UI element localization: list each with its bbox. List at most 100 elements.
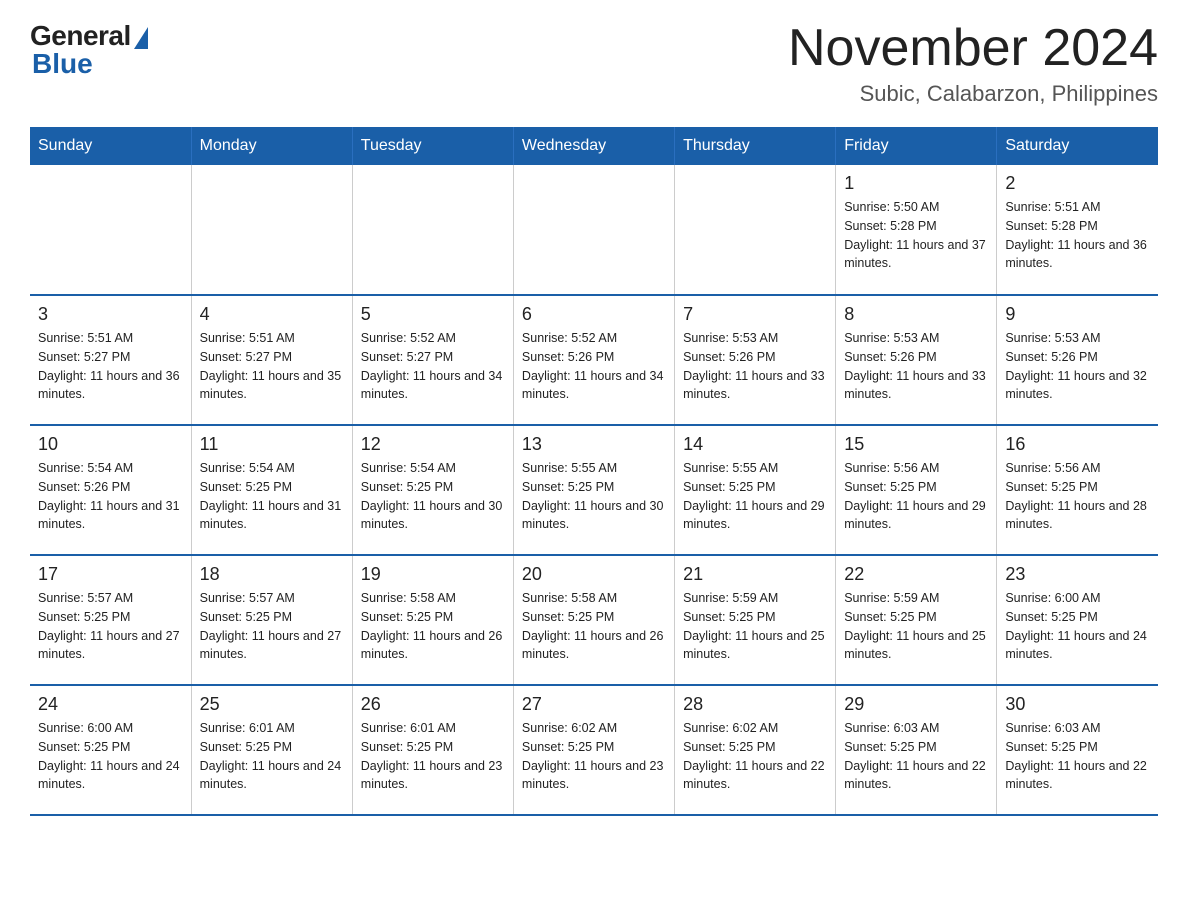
day-info: Sunrise: 6:00 AMSunset: 5:25 PMDaylight:… — [1005, 589, 1150, 664]
calendar-cell — [675, 165, 836, 295]
calendar-cell — [513, 165, 674, 295]
calendar-cell: 29 Sunrise: 6:03 AMSunset: 5:25 PMDayligh… — [836, 685, 997, 815]
calendar-cell: 10 Sunrise: 5:54 AMSunset: 5:26 PMDayligh… — [30, 425, 191, 555]
day-number: 21 — [683, 564, 827, 585]
day-info: Sunrise: 5:55 AMSunset: 5:25 PMDaylight:… — [522, 459, 666, 534]
calendar-cell: 28Sunrise: 6:02 AMSunset: 5:25 PMDayligh… — [675, 685, 836, 815]
calendar-cell: 14Sunrise: 5:55 AMSunset: 5:25 PMDayligh… — [675, 425, 836, 555]
calendar-cell: 3 Sunrise: 5:51 AMSunset: 5:27 PMDaylight… — [30, 295, 191, 425]
calendar-cell — [30, 165, 191, 295]
day-number: 9 — [1005, 304, 1150, 325]
calendar-cell: 13Sunrise: 5:55 AMSunset: 5:25 PMDayligh… — [513, 425, 674, 555]
day-info: Sunrise: 6:03 AMSunset: 5:25 PMDaylight:… — [844, 719, 988, 794]
day-number: 27 — [522, 694, 666, 715]
calendar-week-1: 3 Sunrise: 5:51 AMSunset: 5:27 PMDaylight… — [30, 295, 1158, 425]
day-number: 1 — [844, 173, 988, 194]
calendar-cell: 5 Sunrise: 5:52 AMSunset: 5:27 PMDaylight… — [352, 295, 513, 425]
calendar-cell: 26Sunrise: 6:01 AMSunset: 5:25 PMDayligh… — [352, 685, 513, 815]
header-saturday: Saturday — [997, 127, 1158, 165]
day-number: 16 — [1005, 434, 1150, 455]
day-info: Sunrise: 5:50 AMSunset: 5:28 PMDaylight:… — [844, 198, 988, 273]
day-info: Sunrise: 5:59 AMSunset: 5:25 PMDaylight:… — [844, 589, 988, 664]
day-number: 7 — [683, 304, 827, 325]
calendar-cell: 25 Sunrise: 6:01 AMSunset: 5:25 PMDayligh… — [191, 685, 352, 815]
calendar-cell — [191, 165, 352, 295]
calendar-cell: 18 Sunrise: 5:57 AMSunset: 5:25 PMDayligh… — [191, 555, 352, 685]
calendar-cell: 17 Sunrise: 5:57 AMSunset: 5:25 PMDayligh… — [30, 555, 191, 685]
day-number: 28 — [683, 694, 827, 715]
calendar-cell: 22 Sunrise: 5:59 AMSunset: 5:25 PMDayligh… — [836, 555, 997, 685]
day-number: 25 — [200, 694, 344, 715]
calendar-cell: 9 Sunrise: 5:53 AMSunset: 5:26 PMDaylight… — [997, 295, 1158, 425]
calendar-cell: 11 Sunrise: 5:54 AMSunset: 5:25 PMDayligh… — [191, 425, 352, 555]
day-number: 4 — [200, 304, 344, 325]
day-info: Sunrise: 6:01 AMSunset: 5:25 PMDaylight:… — [361, 719, 505, 794]
day-number: 24 — [38, 694, 183, 715]
calendar-week-3: 17 Sunrise: 5:57 AMSunset: 5:25 PMDayligh… — [30, 555, 1158, 685]
day-number: 22 — [844, 564, 988, 585]
day-info: Sunrise: 6:00 AMSunset: 5:25 PMDaylight:… — [38, 719, 183, 794]
day-info: Sunrise: 6:03 AMSunset: 5:25 PMDaylight:… — [1005, 719, 1150, 794]
header-tuesday: Tuesday — [352, 127, 513, 165]
header-wednesday: Wednesday — [513, 127, 674, 165]
calendar-cell: 30 Sunrise: 6:03 AMSunset: 5:25 PMDayligh… — [997, 685, 1158, 815]
calendar-cell: 12 Sunrise: 5:54 AMSunset: 5:25 PMDayligh… — [352, 425, 513, 555]
calendar-cell: 21 Sunrise: 5:59 AMSunset: 5:25 PMDayligh… — [675, 555, 836, 685]
day-number: 15 — [844, 434, 988, 455]
day-number: 23 — [1005, 564, 1150, 585]
day-number: 3 — [38, 304, 183, 325]
day-number: 18 — [200, 564, 344, 585]
day-number: 29 — [844, 694, 988, 715]
calendar-cell: 16 Sunrise: 5:56 AMSunset: 5:25 PMDayligh… — [997, 425, 1158, 555]
header-friday: Friday — [836, 127, 997, 165]
day-info: Sunrise: 5:52 AMSunset: 5:27 PMDaylight:… — [361, 329, 505, 404]
header-thursday: Thursday — [675, 127, 836, 165]
calendar-cell: 1 Sunrise: 5:50 AMSunset: 5:28 PMDaylight… — [836, 165, 997, 295]
logo-blue-text: Blue — [32, 48, 93, 80]
day-number: 10 — [38, 434, 183, 455]
day-info: Sunrise: 5:57 AMSunset: 5:25 PMDaylight:… — [200, 589, 344, 664]
calendar-week-2: 10 Sunrise: 5:54 AMSunset: 5:26 PMDayligh… — [30, 425, 1158, 555]
day-info: Sunrise: 5:59 AMSunset: 5:25 PMDaylight:… — [683, 589, 827, 664]
day-info: Sunrise: 5:53 AMSunset: 5:26 PMDaylight:… — [844, 329, 988, 404]
header-monday: Monday — [191, 127, 352, 165]
title-area: November 2024 Subic, Calabarzon, Philipp… — [788, 20, 1158, 107]
day-info: Sunrise: 5:54 AMSunset: 5:25 PMDaylight:… — [361, 459, 505, 534]
day-info: Sunrise: 5:55 AMSunset: 5:25 PMDaylight:… — [683, 459, 827, 534]
day-number: 19 — [361, 564, 505, 585]
day-info: Sunrise: 5:51 AMSunset: 5:27 PMDaylight:… — [38, 329, 183, 404]
calendar-cell: 19 Sunrise: 5:58 AMSunset: 5:25 PMDayligh… — [352, 555, 513, 685]
calendar-week-0: 1 Sunrise: 5:50 AMSunset: 5:28 PMDaylight… — [30, 165, 1158, 295]
day-number: 12 — [361, 434, 505, 455]
day-number: 11 — [200, 434, 344, 455]
day-info: Sunrise: 5:54 AMSunset: 5:26 PMDaylight:… — [38, 459, 183, 534]
day-info: Sunrise: 5:58 AMSunset: 5:25 PMDaylight:… — [361, 589, 505, 664]
day-number: 8 — [844, 304, 988, 325]
calendar-cell — [352, 165, 513, 295]
calendar-cell: 15 Sunrise: 5:56 AMSunset: 5:25 PMDayligh… — [836, 425, 997, 555]
day-info: Sunrise: 5:53 AMSunset: 5:26 PMDaylight:… — [1005, 329, 1150, 404]
header-sunday: Sunday — [30, 127, 191, 165]
day-number: 5 — [361, 304, 505, 325]
calendar-cell: 7Sunrise: 5:53 AMSunset: 5:26 PMDaylight… — [675, 295, 836, 425]
day-info: Sunrise: 5:58 AMSunset: 5:25 PMDaylight:… — [522, 589, 666, 664]
calendar-header-row: SundayMondayTuesdayWednesdayThursdayFrid… — [30, 127, 1158, 165]
calendar-table: SundayMondayTuesdayWednesdayThursdayFrid… — [30, 127, 1158, 816]
main-title: November 2024 — [788, 20, 1158, 77]
day-number: 2 — [1005, 173, 1150, 194]
calendar-cell: 6Sunrise: 5:52 AMSunset: 5:26 PMDaylight… — [513, 295, 674, 425]
day-info: Sunrise: 5:56 AMSunset: 5:25 PMDaylight:… — [1005, 459, 1150, 534]
day-info: Sunrise: 5:56 AMSunset: 5:25 PMDaylight:… — [844, 459, 988, 534]
subtitle: Subic, Calabarzon, Philippines — [788, 81, 1158, 107]
day-info: Sunrise: 5:54 AMSunset: 5:25 PMDaylight:… — [200, 459, 344, 534]
logo: General Blue — [30, 20, 148, 80]
day-info: Sunrise: 6:01 AMSunset: 5:25 PMDaylight:… — [200, 719, 344, 794]
calendar-cell: 20Sunrise: 5:58 AMSunset: 5:25 PMDayligh… — [513, 555, 674, 685]
calendar-cell: 24 Sunrise: 6:00 AMSunset: 5:25 PMDayligh… — [30, 685, 191, 815]
day-number: 30 — [1005, 694, 1150, 715]
calendar-cell: 27 Sunrise: 6:02 AMSunset: 5:25 PMDayligh… — [513, 685, 674, 815]
day-number: 17 — [38, 564, 183, 585]
calendar-cell: 4Sunrise: 5:51 AMSunset: 5:27 PMDaylight… — [191, 295, 352, 425]
day-info: Sunrise: 6:02 AMSunset: 5:25 PMDaylight:… — [522, 719, 666, 794]
day-info: Sunrise: 5:57 AMSunset: 5:25 PMDaylight:… — [38, 589, 183, 664]
